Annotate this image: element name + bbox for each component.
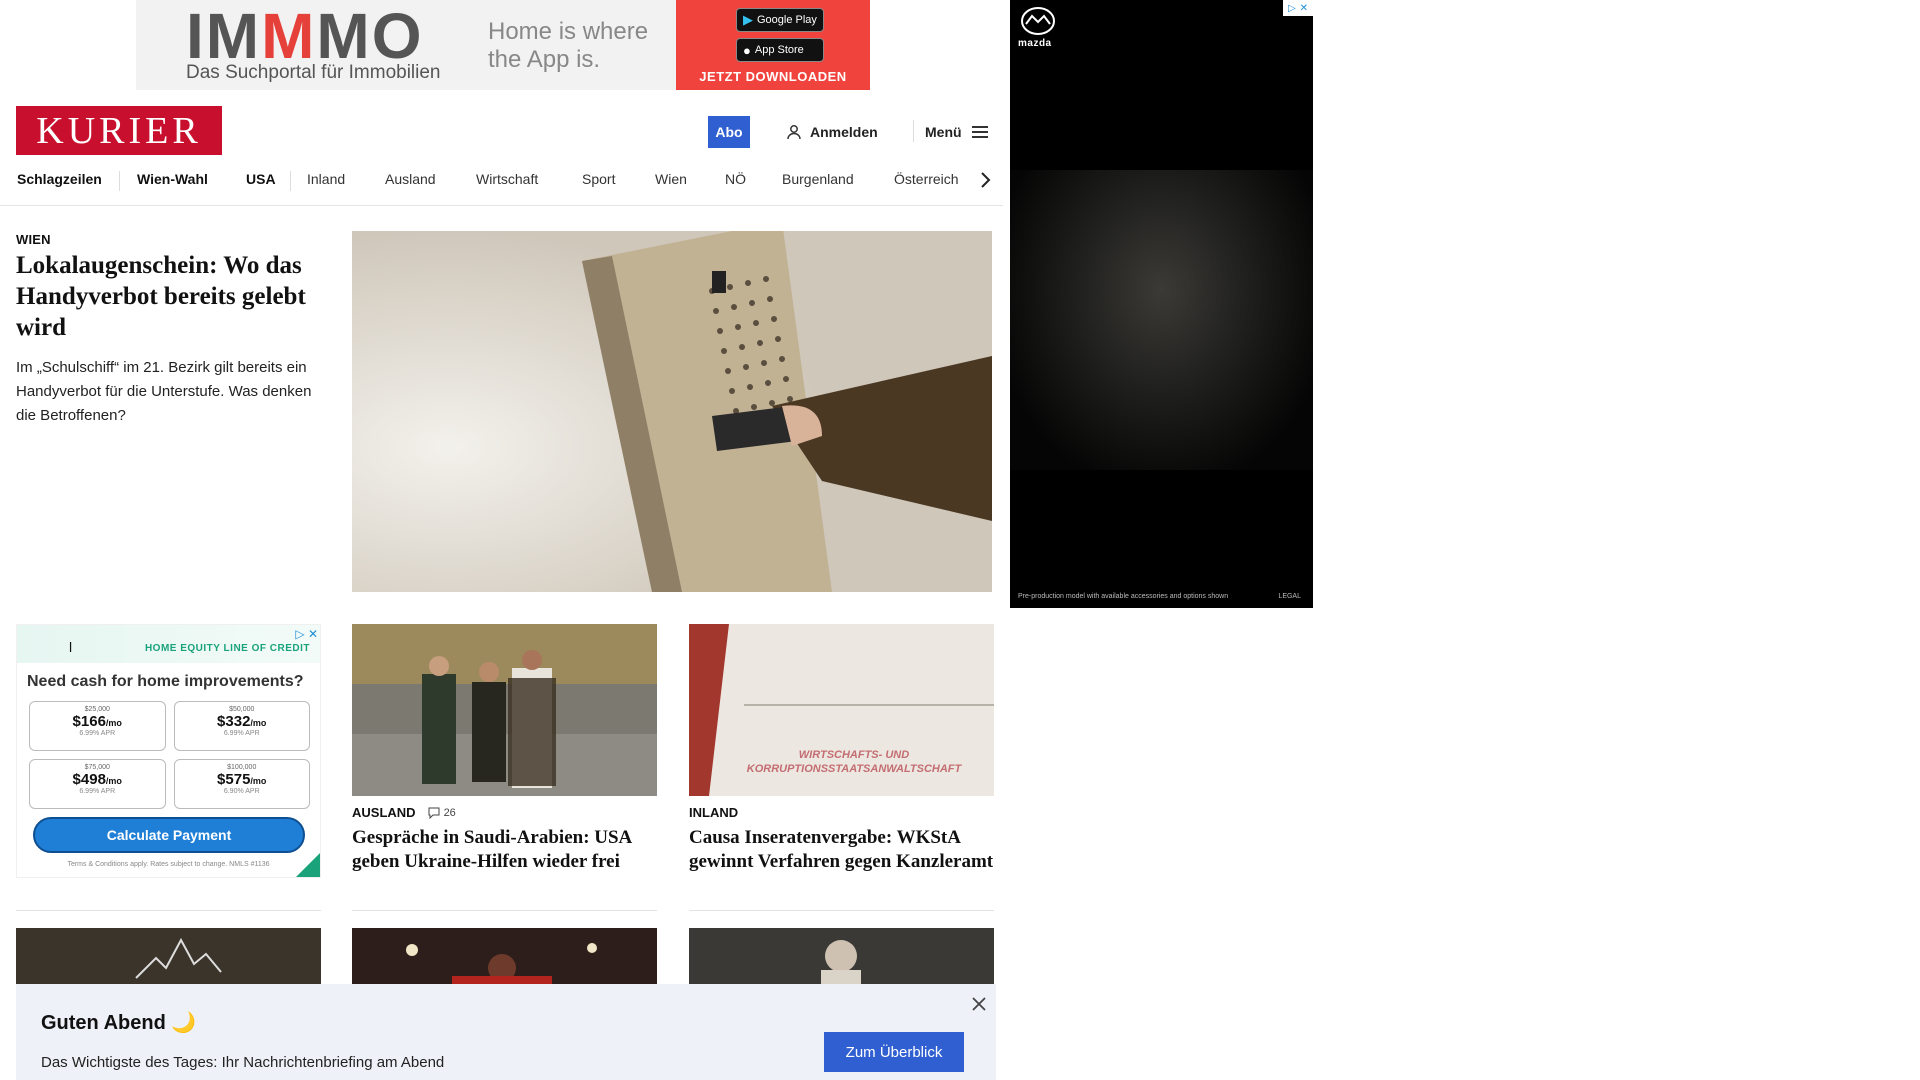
heloc-corner-accent (296, 853, 320, 877)
heloc-option[interactable]: $75,000 $498/mo 6.99% APR (29, 759, 166, 809)
ad-footnote: Pre-production model with available acce… (1018, 593, 1229, 600)
card-divider (352, 910, 657, 911)
greeting-title: Guten Abend 🌙 (41, 1012, 197, 1034)
card-kicker-inland: INLAND (689, 805, 739, 820)
user-icon (787, 125, 801, 140)
card-headline-ausland[interactable]: Gespräche in Saudi-Arabien: USA geben Uk… (352, 826, 657, 874)
nav-divider (290, 171, 291, 191)
heloc-option[interactable]: $25,000 $166/mo 6.99% APR (29, 701, 166, 751)
nav-item-wien[interactable]: Wien (655, 166, 687, 206)
mazda-wordmark: mazda (1018, 38, 1052, 49)
briefing-description: Das Wichtigste des Tages: Ihr Nachrichte… (41, 1054, 445, 1071)
overview-button[interactable]: Zum Überblick (824, 1032, 964, 1072)
card-image-inland[interactable]: WIRTSCHAFTS- UND KORRUPTIONSSTAATSANWALT… (689, 624, 994, 796)
nav-item-burgenland[interactable]: Burgenland (782, 166, 854, 206)
nav-item-wien-wahl[interactable]: Wien-Wahl (137, 166, 208, 206)
card-headline-inland[interactable]: Causa Inseratenvergabe: WKStA gewinnt Ve… (689, 826, 994, 874)
mazda-sidebar-ad[interactable]: mazda ▷ ✕ Pre-production model with avail… (1010, 0, 1313, 608)
locker-photo (352, 231, 992, 592)
section-nav: Schlagzeilen Wien-Wahl USA Inland Auslan… (0, 166, 1003, 206)
top-banner-ad[interactable]: IMMMO Das Suchportal für Immobilien Home… (136, 0, 870, 90)
apple-icon: ● (743, 42, 751, 58)
app-store-badge[interactable]: ● App Store (736, 38, 824, 62)
summit-photo (352, 624, 657, 796)
card-image-ausland[interactable] (352, 624, 657, 796)
nav-divider (119, 171, 120, 191)
download-cta[interactable]: JETZT DOWNLOADEN (676, 69, 870, 84)
header-divider (913, 120, 914, 142)
chevron-right-icon[interactable] (976, 168, 996, 192)
heloc-question: Need cash for home improvements? (27, 673, 304, 690)
wksta-sign-text: WIRTSCHAFTS- UND KORRUPTIONSSTAATSANWALT… (746, 749, 962, 775)
card-divider (689, 910, 994, 911)
adchoices-close-icon[interactable]: ▷ ✕ (295, 627, 318, 641)
menu-button[interactable]: Menü (925, 120, 988, 144)
nav-item-oesterreich[interactable]: Österreich (894, 166, 959, 206)
lead-kicker: WIEN (16, 232, 51, 247)
ad-choices[interactable]: ▷ ✕ (1283, 0, 1313, 16)
ad-legal-link[interactable]: LEGAL (1278, 593, 1301, 600)
heloc-ad-header: l HOME EQUITY LINE OF CREDIT ▷ ✕ (17, 625, 320, 663)
comment-icon (428, 807, 440, 819)
nav-item-schlagzeilen[interactable]: Schlagzeilen (17, 166, 102, 206)
lead-headline[interactable]: Lokalaugenschein: Wo das Handyverbot ber… (16, 250, 316, 343)
ad-subline: Das Suchportal für Immobilien (186, 62, 441, 83)
lead-teaser[interactable]: Im „Schulschiff“ im 21. Bezirk gilt bere… (16, 356, 316, 428)
immmo-logo: IMMMO (186, 0, 424, 72)
abo-button[interactable]: Abo (708, 116, 750, 148)
card-image-row3-1[interactable] (16, 928, 321, 988)
heloc-terms: Terms & Conditions apply. Rates subject … (67, 861, 270, 868)
kurier-logo[interactable]: KURIER (16, 106, 222, 155)
nav-item-usa[interactable]: USA (246, 166, 276, 206)
close-icon[interactable]: ✕ (1300, 3, 1308, 14)
heloc-brand-mark: l (69, 639, 73, 655)
card-image-row3-3[interactable] (689, 928, 994, 988)
nav-item-wirtschaft[interactable]: Wirtschaft (476, 166, 538, 206)
evening-briefing-banner: Guten Abend 🌙 Das Wichtigste des Tages: … (16, 984, 996, 1080)
close-icon[interactable] (969, 994, 989, 1014)
hamburger-icon (971, 126, 988, 138)
car-interior-image (1010, 170, 1313, 470)
heloc-option[interactable]: $50,000 $332/mo 6.99% APR (173, 701, 310, 751)
lead-image[interactable] (352, 231, 992, 592)
ad-divider (16, 910, 321, 911)
nav-item-noe[interactable]: NÖ (725, 166, 746, 206)
login-button[interactable]: Anmelden (786, 120, 878, 144)
sports-photo (352, 928, 657, 988)
nav-item-ausland[interactable]: Ausland (385, 166, 436, 206)
menu-label: Menü (925, 124, 962, 140)
heloc-label: HOME EQUITY LINE OF CREDIT (144, 643, 310, 654)
calculate-payment-button[interactable]: Calculate Payment (33, 817, 305, 853)
ad-download-panel[interactable]: ▶ Google Play ● App Store JETZT DOWNLOAD… (676, 0, 870, 90)
nav-item-sport[interactable]: Sport (582, 166, 615, 206)
login-label: Anmelden (810, 124, 878, 140)
card-kicker-ausland: AUSLAND 26 (352, 805, 456, 820)
mazda-logo-icon (1021, 7, 1055, 35)
portrait-photo (689, 928, 994, 988)
nav-item-inland[interactable]: Inland (307, 166, 345, 206)
heloc-option[interactable]: $100,000 $575/mo 6.90% APR (173, 759, 310, 809)
stock-chart-photo (16, 928, 321, 988)
ad-tagline: Home is where the App is. (488, 18, 649, 73)
card-image-row3-2[interactable] (352, 928, 657, 988)
google-play-badge[interactable]: ▶ Google Play (736, 8, 824, 32)
comment-count[interactable]: 26 (428, 807, 456, 819)
play-icon: ▶ (743, 12, 753, 27)
adchoices-icon[interactable]: ▷ (1288, 3, 1296, 14)
heloc-ad[interactable]: l HOME EQUITY LINE OF CREDIT ▷ ✕ Need ca… (16, 624, 321, 878)
heloc-options: $25,000 $166/mo 6.99% APR $50,000 $332/m… (29, 701, 310, 809)
